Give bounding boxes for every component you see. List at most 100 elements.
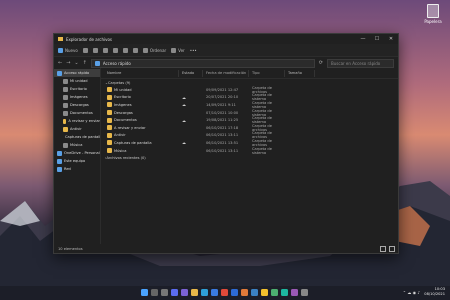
sidebar-item[interactable]: Antivir (54, 125, 100, 133)
sidebar-item-label: Música (70, 143, 83, 147)
cut-icon[interactable] (82, 47, 88, 53)
notes-icon[interactable] (261, 289, 268, 296)
sidebar-item-label: A revisar y enviar (68, 119, 100, 123)
edge-icon[interactable] (201, 289, 208, 296)
file-row[interactable]: Música 06/10/2021 13:11 Carpeta de sistema (101, 147, 398, 155)
sidebar-item-label: Acceso rápido (64, 71, 90, 75)
sidebar-item[interactable]: Acceso rápido (54, 69, 100, 77)
modified-cell: 09/09/2021 12:47 (206, 87, 239, 92)
file-name-cell: Documentos (101, 117, 179, 123)
sidebar-item[interactable]: Red (54, 165, 100, 173)
file-explorer-window: Explorador de archivos — ☐ ✕ Nuevo Orden… (53, 33, 399, 254)
drive-icon (63, 78, 68, 84)
column-size[interactable]: Tamaño (285, 69, 315, 77)
maximize-button[interactable]: ☐ (370, 36, 384, 42)
column-status[interactable]: Estado (179, 69, 203, 77)
cloud-icon (57, 150, 62, 156)
address-bar[interactable]: Acceso rápido (90, 58, 315, 68)
close-button[interactable]: ✕ (384, 36, 398, 42)
sidebar-item[interactable]: Capturas de pantalla (54, 133, 100, 141)
task-view-icon[interactable] (161, 289, 168, 296)
refresh-icon[interactable]: ⟳ (319, 60, 323, 66)
sidebar-item[interactable]: Mi unidad (54, 77, 100, 85)
folder-icon (63, 118, 67, 124)
search-input[interactable]: Buscar en Acceso rápido (327, 58, 394, 68)
system-tray-icons[interactable]: ⌃ ☁ ◉ ♪ (403, 290, 420, 295)
sidebar-item-label: Antivir (70, 127, 82, 131)
sidebar-item-label: Mi unidad (70, 79, 88, 83)
file-explorer-icon[interactable] (191, 289, 198, 296)
modified-cell: 07/10/2021 10:00 (206, 110, 239, 115)
file-name-cell: A revisar y enviar (101, 125, 179, 131)
column-name[interactable]: Nombre (101, 69, 179, 77)
column-headers: Nombre Estado Fecha de modificación Tipo… (101, 68, 398, 79)
word-icon[interactable] (231, 289, 238, 296)
content-area: Acceso rápido Mi unidad Escritorio Imágenes… (54, 68, 398, 244)
modified-cell: 14/09/2021 9:11 (206, 102, 236, 107)
chevron-down-icon[interactable]: ⌄ (74, 60, 78, 66)
back-arrow-icon[interactable]: ← (58, 60, 62, 66)
desktop-icon (63, 86, 68, 92)
firefox-icon[interactable] (241, 289, 248, 296)
settings-icon[interactable] (301, 289, 308, 296)
minimize-button[interactable]: — (356, 36, 370, 42)
folder-icon (107, 102, 112, 108)
widgets-icon[interactable] (171, 289, 178, 296)
folder-icon (107, 125, 112, 131)
folder-icon (107, 148, 112, 154)
modified-cell: 06/10/2021 13:11 (206, 133, 239, 138)
file-name-cell: Capturas de pantalla (101, 140, 179, 146)
group-header-recent[interactable]: › Archivos recientes (0) (101, 154, 398, 161)
teams-icon[interactable] (181, 289, 188, 296)
download-icon (63, 102, 68, 108)
sidebar-item[interactable]: OneDrive - Personal (54, 149, 100, 157)
sidebar-item[interactable]: Descargas (54, 101, 100, 109)
sidebar-item[interactable]: Imágenes (54, 93, 100, 101)
file-name-cell: Música (101, 148, 179, 154)
sidebar-item-label: Documentos (70, 111, 93, 115)
title-bar[interactable]: Explorador de archivos — ☐ ✕ (54, 34, 398, 44)
sync-status-icon: ☁ (182, 94, 186, 100)
new-button[interactable]: Nuevo (58, 47, 78, 53)
chrome-icon[interactable] (221, 289, 228, 296)
sidebar-item-label: Red (64, 167, 71, 171)
store-icon[interactable] (211, 289, 218, 296)
tiles-view-icon[interactable] (389, 245, 395, 252)
sidebar-item[interactable]: Este equipo (54, 157, 100, 165)
sidebar-item[interactable]: Música (54, 141, 100, 149)
sidebar-item[interactable]: Documentos (54, 109, 100, 117)
computer-icon (57, 158, 62, 164)
search-icon[interactable] (151, 289, 158, 296)
modified-cell: 06/10/2021 13:51 (206, 140, 239, 145)
telegram-icon[interactable] (251, 289, 258, 296)
share-icon[interactable] (122, 47, 128, 53)
copy-icon[interactable] (92, 47, 98, 53)
sidebar-item[interactable]: Escritorio (54, 85, 100, 93)
photoshop-icon[interactable] (291, 289, 298, 296)
pictures-icon (63, 94, 68, 100)
file-name-cell: Imágenes (101, 102, 179, 108)
spotify-icon[interactable] (271, 289, 278, 296)
status-bar: 10 elementos (54, 244, 398, 253)
app-icon[interactable] (281, 289, 288, 296)
sidebar-item-label: Descargas (70, 103, 89, 107)
delete-icon[interactable] (132, 47, 138, 53)
start-icon[interactable] (141, 289, 148, 296)
clock[interactable]: 10:03 08/10/2021 (424, 287, 445, 297)
column-type[interactable]: Tipo (249, 69, 285, 77)
up-arrow-icon[interactable]: ↑ (83, 60, 87, 66)
file-name-cell: Mi unidad (101, 87, 179, 93)
sort-button[interactable]: Ordenar (142, 47, 166, 53)
details-view-icon[interactable] (380, 245, 386, 252)
rename-icon[interactable] (112, 47, 118, 53)
sidebar-item-label: Imágenes (70, 95, 88, 99)
forward-arrow-icon[interactable]: → (66, 60, 70, 66)
sidebar-item-label: OneDrive - Personal (64, 151, 100, 155)
paste-icon[interactable] (102, 47, 108, 53)
recycle-bin[interactable]: Papelera (422, 4, 444, 24)
view-button[interactable]: Ver (171, 47, 185, 53)
modified-cell: 20/07/2021 20:10 (206, 95, 239, 100)
column-modified[interactable]: Fecha de modificación (203, 69, 249, 77)
more-button[interactable]: ••• (190, 48, 197, 53)
sidebar-item[interactable]: A revisar y enviar (54, 117, 100, 125)
